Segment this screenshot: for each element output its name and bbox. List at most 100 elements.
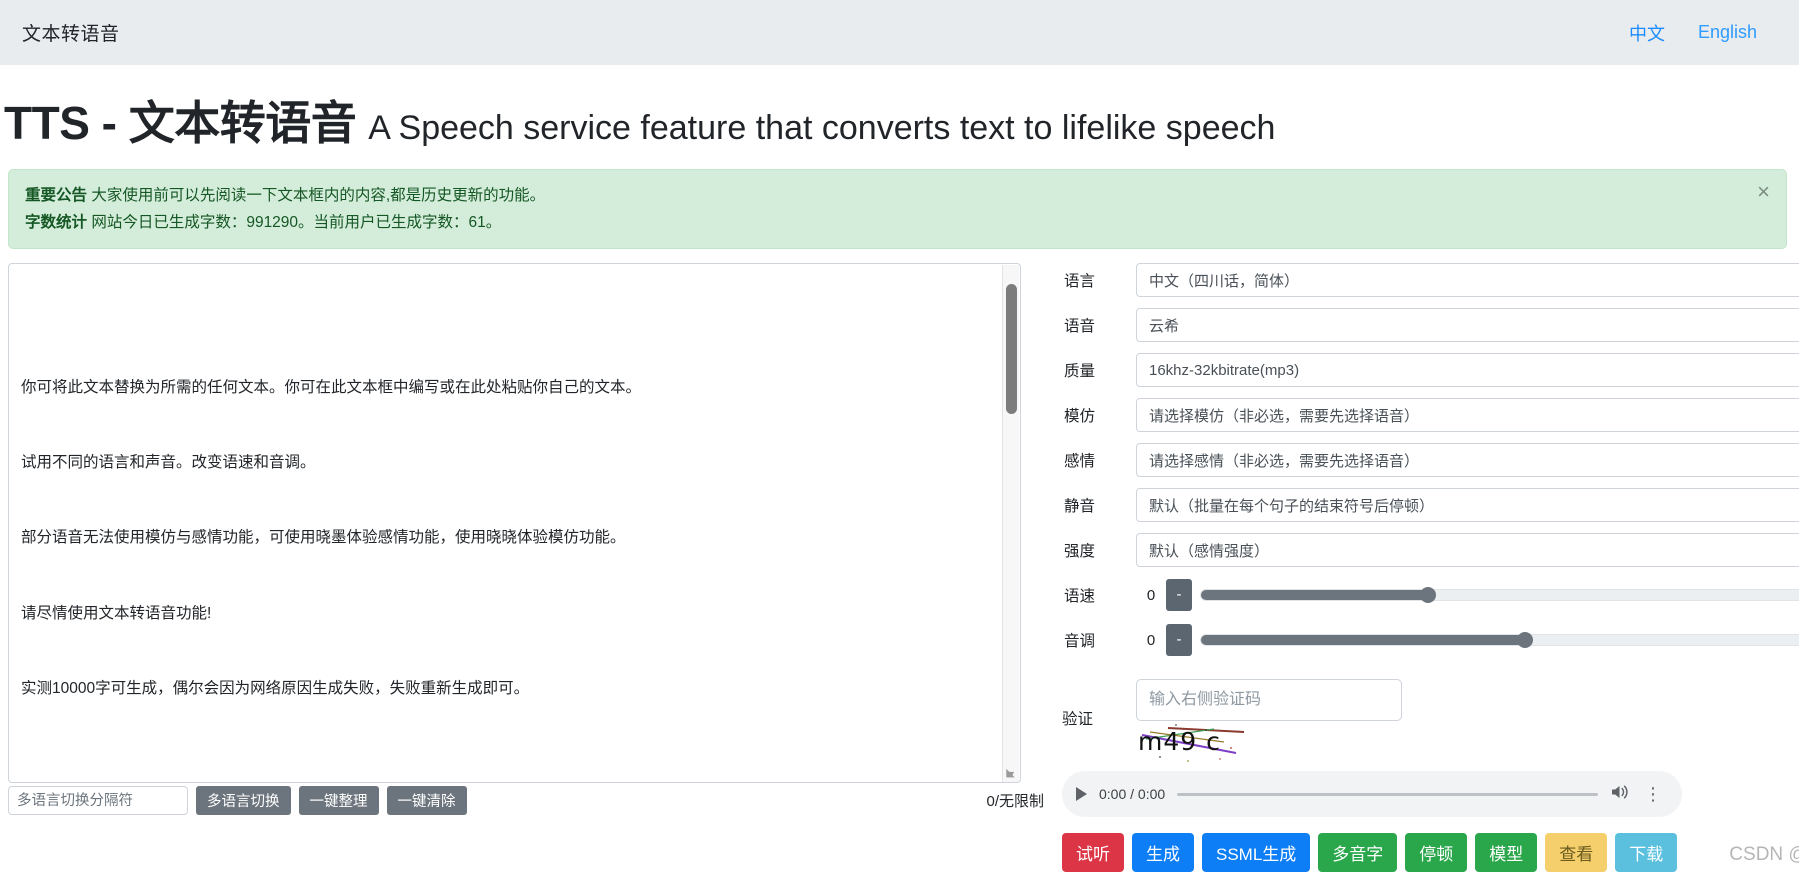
- action-buttons: 试听 生成 SSML生成 多音字 停顿 模型 查看 下载 CSDN @东荷新绿: [1062, 833, 1799, 873]
- language-select-wrapper[interactable]: 中文（四川话，简体）: [1136, 263, 1799, 298]
- imitation-select-wrapper[interactable]: 请选择模仿（非必选，需要先选择语音）: [1136, 398, 1799, 433]
- audio-progress-bar[interactable]: [1177, 792, 1598, 796]
- close-icon[interactable]: ×: [1757, 181, 1770, 203]
- label-captcha: 验证: [1062, 711, 1094, 729]
- captcha-input[interactable]: [1136, 679, 1402, 722]
- editor-line: 实测10000字可生成，偶尔会因为网络原因生成失败，失败重新生成即可。: [21, 680, 530, 697]
- text-input-content: 你可将此文本替换为所需的任何文本。你可在此文本框中编写或在此处粘贴你自己的文本。…: [21, 324, 984, 782]
- label-quality: 质量: [1064, 363, 1096, 381]
- form-row-captcha: 验证 m49 c: [1062, 679, 1799, 763]
- silence-select[interactable]: 默认（批量在每个句子的结束符号后停顿）: [1136, 488, 1799, 523]
- imitation-select[interactable]: 请选择模仿（非必选，需要先选择语音）: [1136, 398, 1799, 433]
- one-click-clear-button[interactable]: 一键清除: [386, 786, 467, 816]
- polyphone-button[interactable]: 多音字: [1318, 833, 1398, 873]
- audio-player: 0:00 / 0:00 ⋮: [1062, 771, 1682, 818]
- navbar-brand[interactable]: 文本转语音: [22, 19, 120, 46]
- text-editor-wrapper: 你可将此文本替换为所需的任何文本。你可在此文本框中编写或在此处粘贴你自己的文本。…: [8, 263, 1021, 784]
- ssml-generate-button[interactable]: SSML生成: [1202, 833, 1311, 873]
- watermark: CSDN @东荷新绿: [1729, 844, 1799, 866]
- nav-link-english[interactable]: English: [1698, 22, 1757, 43]
- speech-rate-fill: [1201, 590, 1428, 601]
- label-intensity: 强度: [1064, 543, 1096, 561]
- editor-scrollbar[interactable]: ▲ ▼: [1002, 265, 1019, 783]
- label-silence: 静音: [1064, 498, 1096, 516]
- form-row-emotion: 感情 请选择感情（非必选，需要先选择语音）: [1062, 443, 1799, 478]
- scrollbar-thumb[interactable]: [1006, 284, 1017, 415]
- page-title-main: TTS - 文本转语音: [4, 97, 357, 149]
- resize-grip-icon[interactable]: ◢: [1003, 766, 1018, 781]
- settings-column: 语言 中文（四川话，简体） 语音 云希 质量 16khz-32kbitrate(…: [1048, 263, 1799, 873]
- editor-line: 试用不同的语言和声音。改变语速和音调。: [21, 454, 316, 472]
- pitch-decrease-button[interactable]: -: [1166, 624, 1192, 657]
- label-speech-rate: 语速: [1064, 588, 1096, 606]
- form-row-speech-rate: 语速 0 - +: [1062, 578, 1799, 612]
- form-row-quality: 质量 16khz-32kbitrate(mp3): [1062, 353, 1799, 388]
- form-row-pitch: 音调 0 - +: [1062, 623, 1799, 657]
- editor-line: 部分语音无法使用模仿与感情功能，可使用晓墨体验感情功能，使用晓晓体验模仿功能。: [21, 529, 626, 547]
- main-content: 你可将此文本替换为所需的任何文本。你可在此文本框中编写或在此处粘贴你自己的文本。…: [0, 249, 1799, 873]
- editor-column: 你可将此文本替换为所需的任何文本。你可在此文本框中编写或在此处粘贴你自己的文本。…: [8, 263, 1048, 872]
- view-button[interactable]: 查看: [1545, 833, 1608, 873]
- voice-select[interactable]: 云希: [1136, 308, 1799, 343]
- preview-button[interactable]: 试听: [1062, 833, 1124, 873]
- announcement-label-important: 重要公告: [25, 187, 88, 204]
- intensity-select[interactable]: 默认（感情强度）: [1136, 533, 1799, 568]
- generate-button[interactable]: 生成: [1132, 833, 1194, 873]
- label-imitation: 模仿: [1064, 408, 1096, 426]
- pause-button[interactable]: 停顿: [1405, 833, 1468, 873]
- emotion-select-wrapper[interactable]: 请选择感情（非必选，需要先选择语音）: [1136, 443, 1799, 478]
- download-button[interactable]: 下载: [1615, 833, 1678, 873]
- page-title-subtitle: A Speech service feature that converts t…: [368, 109, 1276, 147]
- form-row-voice: 语音 云希: [1062, 308, 1799, 343]
- announcement-text-important: 大家使用前可以先阅读一下文本框内的内容,都是历史更新的功能。: [87, 187, 546, 204]
- speech-rate-knob[interactable]: [1419, 587, 1436, 604]
- announcement-line-2: 字数统计 网站今日已生成字数：991290。当前用户已生成字数：61。: [25, 209, 1736, 236]
- label-language: 语言: [1064, 273, 1096, 291]
- editor-toolbar: 多语言切换 一键整理 一键清除 0/无限制: [8, 786, 1048, 816]
- quality-select-wrapper[interactable]: 16khz-32kbitrate(mp3): [1136, 353, 1799, 388]
- label-voice: 语音: [1064, 318, 1096, 336]
- navbar: 文本转语音 中文 English: [0, 0, 1799, 65]
- announcement-text-stats: 网站今日已生成字数：991290。当前用户已生成字数：61。: [87, 214, 502, 232]
- multilang-switch-button[interactable]: 多语言切换: [196, 786, 291, 816]
- text-input-area[interactable]: 你可将此文本替换为所需的任何文本。你可在此文本框中编写或在此处粘贴你自己的文本。…: [8, 263, 1021, 784]
- announcement-banner: 重要公告 大家使用前可以先阅读一下文本框内的内容,都是历史更新的功能。 字数统计…: [8, 169, 1787, 250]
- editor-line: 你可将此文本替换为所需的任何文本。你可在此文本框中编写或在此处粘贴你自己的文本。: [21, 378, 642, 396]
- announcement-line-1: 重要公告 大家使用前可以先阅读一下文本框内的内容,都是历史更新的功能。: [25, 182, 1736, 209]
- form-row-intensity: 强度 默认（感情强度）: [1062, 533, 1799, 568]
- one-click-tidy-button[interactable]: 一键整理: [298, 786, 379, 816]
- volume-icon-svg: [1612, 785, 1628, 799]
- pitch-value: 0: [1146, 631, 1156, 649]
- speech-rate-decrease-button[interactable]: -: [1166, 579, 1192, 612]
- label-pitch: 音调: [1064, 633, 1096, 651]
- model-button[interactable]: 模型: [1475, 833, 1538, 873]
- voice-select-wrapper[interactable]: 云希: [1136, 308, 1799, 343]
- silence-select-wrapper[interactable]: 默认（批量在每个句子的结束符号后停顿）: [1136, 488, 1799, 523]
- announcement-label-stats: 字数统计: [25, 214, 88, 232]
- nav-link-chinese[interactable]: 中文: [1629, 20, 1665, 46]
- pitch-fill: [1201, 635, 1525, 646]
- more-vertical-icon[interactable]: ⋮: [1642, 785, 1664, 803]
- pitch-knob[interactable]: [1516, 632, 1533, 649]
- form-row-silence: 静音 默认（批量在每个句子的结束符号后停顿）: [1062, 488, 1799, 523]
- speech-rate-slider[interactable]: [1200, 587, 1799, 604]
- language-select[interactable]: 中文（四川话，简体）: [1136, 263, 1799, 298]
- volume-icon[interactable]: [1610, 783, 1630, 806]
- editor-line-blank: [21, 751, 984, 776]
- page-title: TTS - 文本转语音 A Speech service feature tha…: [0, 65, 1799, 163]
- audio-time-display: 0:00 / 0:00: [1099, 786, 1166, 803]
- pitch-slider[interactable]: [1200, 632, 1799, 649]
- captcha-column: m49 c: [1136, 679, 1402, 765]
- quality-select[interactable]: 16khz-32kbitrate(mp3): [1136, 353, 1799, 388]
- emotion-select[interactable]: 请选择感情（非必选，需要先选择语音）: [1136, 443, 1799, 478]
- label-emotion: 感情: [1064, 453, 1096, 471]
- form-row-imitation: 模仿 请选择模仿（非必选，需要先选择语音）: [1062, 398, 1799, 433]
- character-counter: 0/无限制: [986, 793, 1044, 811]
- captcha-text: m49 c: [1138, 727, 1221, 757]
- editor-line: 请尽情使用文本转语音功能!: [21, 604, 212, 622]
- intensity-select-wrapper[interactable]: 默认（感情强度）: [1136, 533, 1799, 568]
- play-icon[interactable]: [1076, 787, 1087, 802]
- captcha-image[interactable]: m49 c: [1136, 723, 1256, 765]
- speech-rate-value: 0: [1146, 586, 1156, 604]
- separator-input[interactable]: [8, 786, 188, 816]
